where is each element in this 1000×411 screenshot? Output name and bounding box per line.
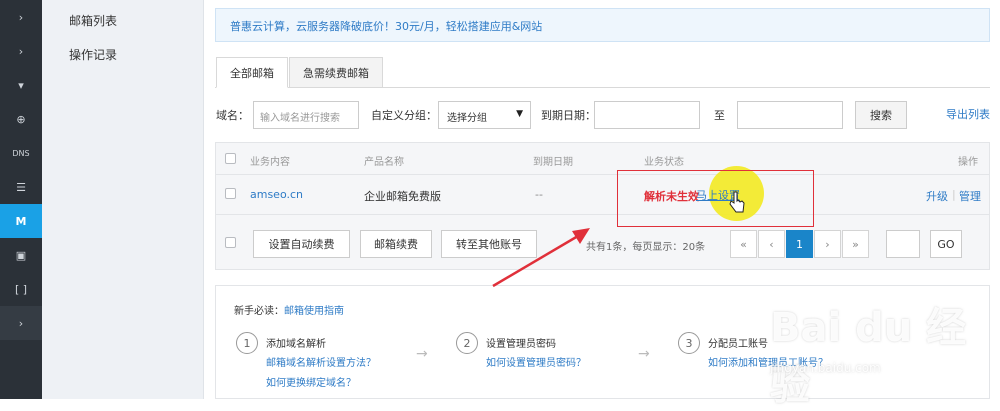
subnav-item-operation-log[interactable]: 操作记录 — [69, 46, 117, 63]
column-header: 产品名称 — [364, 157, 404, 168]
rail-expand-icon[interactable]: › — [0, 306, 42, 340]
search-button[interactable]: 搜索 — [855, 101, 907, 129]
watermark-logo: Bai du 经验 — [770, 305, 967, 409]
domain-search-input[interactable]: 输入域名进行搜索 — [253, 101, 359, 129]
rail-collapse-icon[interactable]: ▾ — [0, 68, 42, 102]
domain-label: 域名： — [216, 109, 249, 122]
table-header: 业务内容 产品名称 到期日期 业务状态 操作 — [216, 143, 989, 175]
icon-rail: › › ▾ ⊕ DNS ☰ M ▣ [ ] › — [0, 0, 42, 399]
group-select[interactable]: 选择分组 ▼ — [438, 101, 531, 129]
rail-expand-icon[interactable]: › — [0, 0, 42, 34]
mail-box-icon[interactable]: ▣ — [0, 238, 42, 272]
cdn-icon[interactable]: [ ] — [0, 272, 42, 306]
mailbox-table: 业务内容 产品名称 到期日期 业务状态 操作 amseo.cn 企业邮箱免费版 … — [215, 142, 990, 270]
row-domain-link[interactable]: amseo.cn — [250, 188, 303, 201]
row-checkbox[interactable] — [225, 188, 236, 199]
dns-icon[interactable]: DNS — [0, 136, 42, 170]
upgrade-link[interactable]: 升级 — [926, 188, 948, 204]
step-help-link[interactable]: 如何设置管理员密码？ — [486, 354, 586, 369]
sub-navigation: 邮箱列表 操作记录 — [42, 0, 204, 399]
guide-link[interactable]: 邮箱使用指南 — [284, 306, 344, 317]
step-arrow-icon: → — [416, 346, 428, 362]
guide-title-prefix: 新手必读： — [234, 306, 284, 317]
page-number-input[interactable] — [886, 230, 920, 258]
mail-m-icon[interactable]: M — [0, 204, 42, 238]
group-label: 自定义分组： — [371, 109, 437, 122]
first-page-button[interactable]: « — [730, 230, 757, 258]
step-arrow-icon: → — [638, 346, 650, 362]
last-page-button[interactable]: » — [842, 230, 869, 258]
expire-label: 到期日期： — [541, 109, 596, 122]
promo-banner-text[interactable]: 普惠云计算，云服务器降破底价！30元/月，轻松搭建应用&网站 — [230, 20, 542, 33]
step-help-link[interactable]: 邮箱域名解析设置方法？ — [266, 354, 376, 369]
step-number: 2 — [456, 332, 478, 354]
row-expire-date: -- — [535, 188, 543, 201]
watermark: Bai du 经验 jingyan.baidu.com — [770, 285, 998, 409]
rail-expand-icon[interactable]: › — [0, 34, 42, 68]
expire-end-input[interactable] — [737, 101, 843, 129]
tab-all-mailboxes[interactable]: 全部邮箱 — [216, 57, 288, 88]
row-product: 企业邮箱免费版 — [364, 190, 441, 203]
table-footer: 设置自动续费 邮箱续费 转至其他账号 共有1条，每页显示：20条 « ‹ 1 ›… — [216, 215, 989, 270]
pagination-summary: 共有1条，每页显示：20条 — [586, 242, 706, 253]
expire-start-input[interactable] — [594, 101, 700, 129]
guide-title: 新手必读：邮箱使用指南 — [234, 302, 344, 317]
step-title: 添加域名解析 — [266, 339, 326, 350]
select-all-checkbox[interactable] — [225, 153, 236, 164]
action-separator: | — [952, 188, 956, 201]
watermark-url: jingyan.baidu.com — [770, 361, 881, 375]
filter-bar: 域名： 输入域名进行搜索 自定义分组： 选择分组 ▼ 到期日期： 至 搜索 导出… — [204, 98, 1000, 132]
date-range-separator: 至 — [714, 109, 725, 122]
tab-renew-mailboxes[interactable]: 急需续费邮箱 — [289, 57, 383, 88]
globe-icon[interactable]: ⊕ — [0, 102, 42, 136]
table-row: amseo.cn 企业邮箱免费版 -- 解析未生效 升级 | 管理 — [216, 175, 989, 215]
server-icon[interactable]: ☰ — [0, 170, 42, 204]
column-header: 操作 — [958, 157, 978, 168]
subnav-item-mail-list[interactable]: 邮箱列表 — [69, 12, 117, 29]
column-header: 到期日期 — [533, 157, 573, 168]
step-title: 设置管理员密码 — [486, 339, 556, 350]
dropdown-caret-icon: ▼ — [516, 109, 523, 119]
page-1-button[interactable]: 1 — [786, 230, 813, 258]
tab-bar: 全部邮箱 急需续费邮箱 — [215, 52, 990, 88]
auto-renew-button[interactable]: 设置自动续费 — [253, 230, 350, 258]
step-number: 1 — [236, 332, 258, 354]
step-title: 分配员工账号 — [708, 339, 768, 350]
step-number: 3 — [678, 332, 700, 354]
footer-checkbox[interactable] — [225, 237, 236, 248]
manage-link[interactable]: 管理 — [959, 188, 981, 204]
prev-page-button[interactable]: ‹ — [758, 230, 785, 258]
promo-banner[interactable]: 普惠云计算，云服务器降破底价！30元/月，轻松搭建应用&网站 — [215, 8, 990, 42]
column-header: 业务内容 — [250, 157, 290, 168]
go-button[interactable]: GO — [930, 230, 962, 258]
export-list-link[interactable]: 导出列表 — [946, 106, 990, 122]
hand-cursor-icon — [729, 191, 745, 213]
step-help-link[interactable]: 如何更换绑定域名？ — [266, 374, 356, 389]
column-header: 业务状态 — [644, 157, 684, 168]
annotation-box — [617, 170, 814, 227]
next-page-button[interactable]: › — [814, 230, 841, 258]
mailbox-renew-button[interactable]: 邮箱续费 — [360, 230, 432, 258]
transfer-account-button[interactable]: 转至其他账号 — [441, 230, 537, 258]
group-select-value: 选择分组 — [447, 113, 487, 124]
